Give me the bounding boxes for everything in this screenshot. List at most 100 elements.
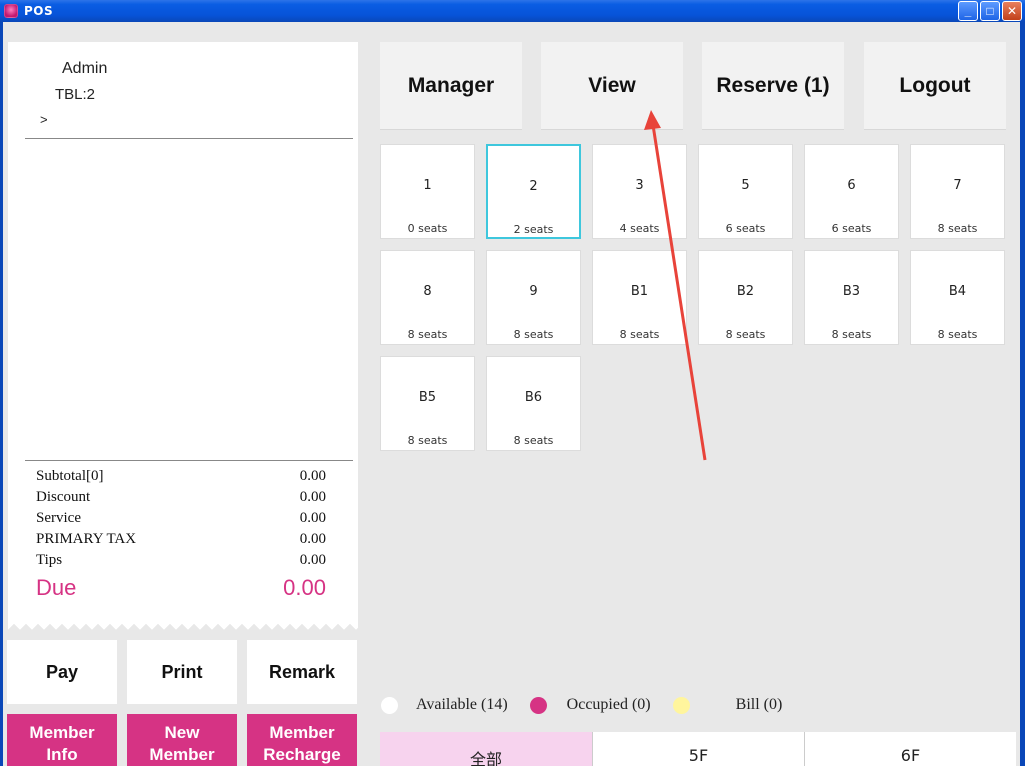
- table-seats: 8 seats: [937, 328, 978, 341]
- app-icon: [4, 4, 18, 18]
- table-number: 6: [847, 178, 856, 193]
- receipt-panel: Admin TBL:2 > Subtotal[0] 0.00 Discount 0.…: [8, 42, 358, 622]
- total-row-due: Due 0.00: [36, 575, 326, 605]
- table-number: 8: [423, 284, 432, 299]
- table-seats: 8 seats: [513, 328, 554, 341]
- table-seats: 8 seats: [831, 328, 872, 341]
- table-tile-b5[interactable]: B5 8 seats: [380, 356, 475, 451]
- window-controls: _ □ ✕: [958, 1, 1022, 21]
- table-number: B3: [842, 284, 861, 299]
- table-tile-7[interactable]: 7 8 seats: [910, 144, 1005, 239]
- pay-button[interactable]: Pay: [7, 640, 117, 704]
- table-number: 2: [529, 179, 538, 194]
- table-seats: 8 seats: [407, 434, 448, 447]
- table-number: 5: [741, 178, 750, 193]
- table-tile-9[interactable]: 9 8 seats: [486, 250, 581, 345]
- table-number: B4: [948, 284, 967, 299]
- window-titlebar: POS _ □ ✕: [0, 0, 1025, 22]
- total-value: 0.00: [299, 552, 326, 568]
- due-label: Due: [36, 575, 77, 600]
- table-tile-b2[interactable]: B2 8 seats: [698, 250, 793, 345]
- total-row-tax: PRIMARY TAX 0.00: [36, 531, 326, 552]
- table-seats: 8 seats: [407, 328, 448, 341]
- floor-tab-all[interactable]: 全部: [380, 732, 592, 766]
- receipt-user: Admin: [62, 60, 108, 77]
- table-seats: 4 seats: [619, 222, 660, 235]
- total-label: Subtotal[0]: [36, 468, 104, 484]
- view-button[interactable]: View: [541, 42, 683, 130]
- table-seats: 6 seats: [725, 222, 766, 235]
- total-row-subtotal: Subtotal[0] 0.00: [36, 468, 326, 489]
- table-tile-6[interactable]: 6 6 seats: [804, 144, 899, 239]
- table-seats: 6 seats: [831, 222, 872, 235]
- totals-list: Subtotal[0] 0.00 Discount 0.00 Service 0.00…: [36, 468, 326, 605]
- button-line: Recharge: [263, 745, 341, 764]
- table-number: 7: [953, 178, 962, 193]
- total-label: Tips: [36, 552, 63, 568]
- table-number: B2: [736, 284, 755, 299]
- window-title: POS: [24, 4, 54, 18]
- new-member-button[interactable]: New Member: [127, 714, 237, 766]
- status-legend: Available (14) Occupied (0) Bill (0): [381, 696, 782, 714]
- table-seats: 8 seats: [513, 434, 554, 447]
- total-row-tips: Tips 0.00: [36, 552, 326, 573]
- pos-client-area: Admin TBL:2 > Subtotal[0] 0.00 Discount 0.…: [3, 22, 1020, 766]
- table-tile-b4[interactable]: B4 8 seats: [910, 250, 1005, 345]
- member-info-button[interactable]: Member Info: [7, 714, 117, 766]
- total-value: 0.00: [299, 531, 326, 547]
- total-value: 0.00: [299, 468, 326, 484]
- total-label: PRIMARY TAX: [36, 531, 137, 547]
- table-tile-8[interactable]: 8 8 seats: [380, 250, 475, 345]
- close-icon[interactable]: ✕: [1002, 1, 1022, 21]
- table-seats: 8 seats: [937, 222, 978, 235]
- table-tile-5[interactable]: 5 6 seats: [698, 144, 793, 239]
- total-label: Discount: [36, 489, 91, 505]
- legend-occupied: Occupied (0): [566, 696, 651, 713]
- legend-bill: Bill (0): [735, 696, 783, 713]
- reserve-button[interactable]: Reserve (1): [702, 42, 844, 130]
- receipt-divider-bottom: [25, 460, 353, 461]
- receipt-cursor: >: [40, 112, 48, 127]
- bill-dot-icon: [672, 696, 690, 714]
- manager-button[interactable]: Manager: [380, 42, 522, 130]
- table-number: B6: [524, 390, 543, 405]
- receipt-torn-edge: [8, 618, 358, 630]
- receipt-table: TBL:2: [55, 86, 96, 103]
- button-line: Info: [46, 745, 78, 764]
- logout-button[interactable]: Logout: [864, 42, 1006, 130]
- total-row-service: Service 0.00: [36, 510, 326, 531]
- button-line: Member: [149, 745, 215, 764]
- print-button[interactable]: Print: [127, 640, 237, 704]
- receipt-divider-top: [25, 138, 353, 139]
- table-number: 9: [529, 284, 538, 299]
- total-value: 0.00: [299, 510, 326, 526]
- legend-available: Available (14): [416, 696, 508, 713]
- maximize-icon[interactable]: □: [980, 1, 1000, 21]
- table-tile-b1[interactable]: B1 8 seats: [592, 250, 687, 345]
- available-dot-icon: [381, 696, 398, 714]
- table-tile-1[interactable]: 1 0 seats: [380, 144, 475, 239]
- total-value: 0.00: [299, 489, 326, 505]
- table-seats: 8 seats: [619, 328, 660, 341]
- table-number: B1: [630, 284, 649, 299]
- table-tile-3[interactable]: 3 4 seats: [592, 144, 687, 239]
- table-seats: 8 seats: [725, 328, 766, 341]
- button-line: Member: [269, 723, 335, 742]
- table-tile-b3[interactable]: B3 8 seats: [804, 250, 899, 345]
- floor-tab-5f[interactable]: 5F: [592, 732, 804, 766]
- table-tile-2[interactable]: 2 2 seats: [486, 144, 581, 239]
- remark-button[interactable]: Remark: [247, 640, 357, 704]
- table-tile-b6[interactable]: B6 8 seats: [486, 356, 581, 451]
- floor-tab-6f[interactable]: 6F: [804, 732, 1016, 766]
- table-number: 3: [635, 178, 644, 193]
- table-seats: 0 seats: [407, 222, 448, 235]
- table-seats: 2 seats: [513, 223, 554, 236]
- table-number: 1: [423, 178, 432, 193]
- minimize-icon[interactable]: _: [958, 1, 978, 21]
- total-row-discount: Discount 0.00: [36, 489, 326, 510]
- total-label: Service: [36, 510, 81, 526]
- button-line: New: [164, 723, 200, 742]
- member-recharge-button[interactable]: Member Recharge: [247, 714, 357, 766]
- table-number: B5: [418, 390, 437, 405]
- button-line: Member: [29, 723, 95, 742]
